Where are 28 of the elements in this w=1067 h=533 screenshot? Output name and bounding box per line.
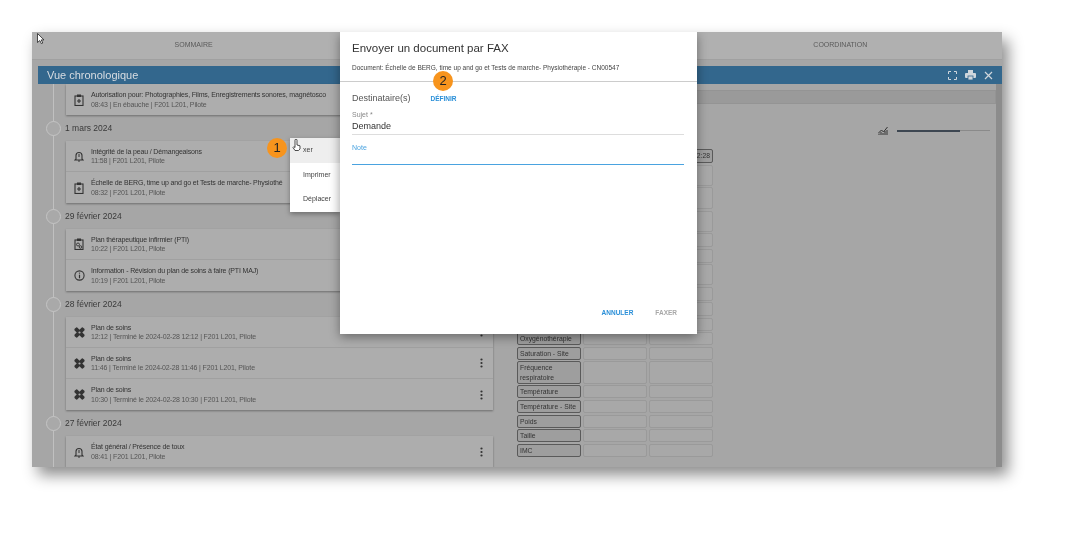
bandage-icon — [73, 389, 85, 400]
hand-cursor-icon — [292, 139, 301, 151]
date-label: 29 février 2024 — [65, 209, 122, 223]
date-label: 27 février 2024 — [65, 416, 122, 430]
panel-title: Vue chronologique — [47, 68, 139, 81]
clipboard-plus-icon — [74, 181, 84, 194]
dialog-title: Envoyer un document par FAX — [351, 41, 510, 56]
pointer-cursor-icon — [37, 33, 45, 44]
bell-icon — [74, 445, 84, 458]
kebab-menu-icon[interactable] — [480, 358, 483, 368]
bandage-icon — [73, 326, 85, 338]
chart-icon[interactable] — [878, 126, 889, 135]
clipboard-icon — [74, 238, 84, 250]
recipients-label: Destinataire(s) — [352, 92, 411, 105]
clipboard-plus-icon — [74, 93, 84, 106]
date-label: 28 février 2024 — [65, 297, 122, 311]
kebab-menu-icon[interactable] — [480, 389, 483, 400]
scrollbar[interactable] — [996, 84, 1002, 467]
bell-icon — [74, 150, 84, 162]
info-icon — [73, 270, 85, 281]
subject-field[interactable]: Demande — [352, 120, 684, 135]
bandage-icon — [73, 357, 85, 369]
step-callout: 1 — [267, 138, 287, 158]
date-label: 1 mars 2024 — [65, 121, 113, 135]
fullscreen-icon[interactable] — [948, 70, 957, 80]
close-icon[interactable] — [984, 70, 993, 80]
kebab-menu-icon[interactable] — [480, 446, 483, 457]
print-icon[interactable] — [965, 70, 976, 80]
